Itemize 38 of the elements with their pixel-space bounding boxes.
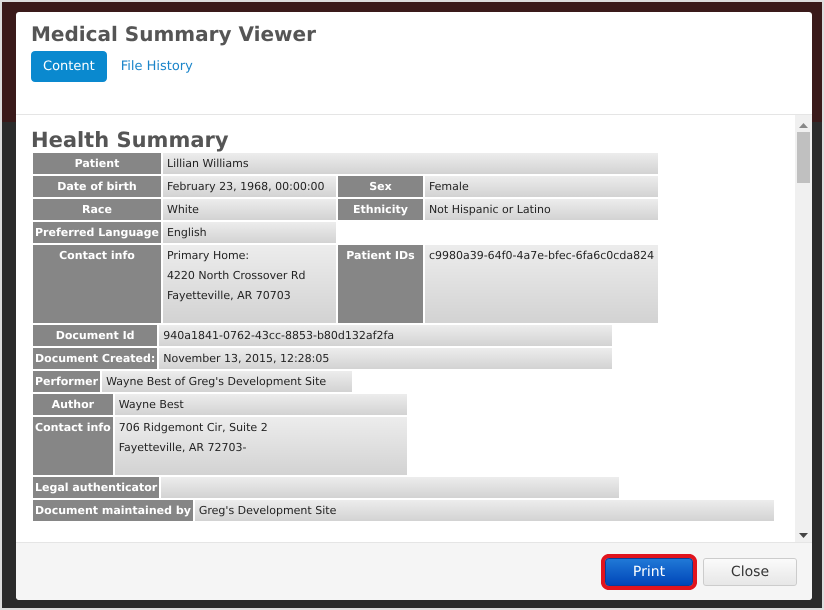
- field-value: 940a1841-0762-43cc-8853-b80d132af2fa: [159, 325, 612, 346]
- field-label: Date of birth: [33, 176, 161, 197]
- field-label: Legal authenticator: [33, 477, 160, 498]
- scrollbar[interactable]: [795, 115, 812, 542]
- scroll-down-icon[interactable]: [799, 533, 808, 538]
- dialog-title: Medical Summary Viewer: [31, 21, 317, 47]
- field-value: c9980a39-64f0-4a7e-bfec-6fa6c0cda824: [424, 245, 658, 323]
- field-value: Wayne Best of Greg's Development Site: [102, 371, 352, 392]
- section-heading: Health Summary: [31, 127, 230, 153]
- field-label: Contact info: [33, 245, 161, 323]
- field-label: Contact info: [33, 417, 113, 475]
- field-value: February 23, 1968, 00:00:00: [162, 176, 336, 197]
- field-value: Female: [424, 176, 658, 197]
- field-value: Wayne Best: [114, 394, 407, 415]
- field-value: Lillian Williams: [162, 153, 658, 174]
- field-value: Primary Home: 4220 North Crossover Rd Fayetteville, AR 70703: [162, 245, 336, 323]
- field-label: Race: [33, 199, 161, 220]
- scrollbar-thumb[interactable]: [797, 132, 810, 183]
- field-label: Document maintained by: [33, 500, 193, 521]
- field-label: Patient IDs: [338, 245, 423, 323]
- field-value: English: [162, 222, 336, 243]
- field-value: 706 Ridgemont Cir, Suite 2 Fayetteville, AR 72703-: [114, 417, 407, 475]
- field-label: Author: [33, 394, 113, 415]
- field-value: Not Hispanic or Latino: [424, 199, 658, 220]
- field-label: Preferred Language: [33, 222, 161, 243]
- tab[interactable]: File History: [108, 51, 205, 82]
- field-label: Document Id: [33, 325, 158, 346]
- field-value: November 13, 2015, 12:28:05: [159, 348, 612, 369]
- field-label: Ethnicity: [338, 199, 423, 220]
- field-label: Patient: [33, 153, 161, 174]
- field-label: Performer: [33, 371, 100, 392]
- close-button[interactable]: Close: [703, 558, 797, 586]
- field-label: Sex: [338, 176, 423, 197]
- field-label: Document Created:: [33, 348, 158, 369]
- scroll-up-icon[interactable]: [799, 123, 808, 128]
- tab[interactable]: Content: [31, 51, 107, 82]
- field-value: White: [162, 199, 336, 220]
- field-value: Greg's Development Site: [194, 500, 774, 521]
